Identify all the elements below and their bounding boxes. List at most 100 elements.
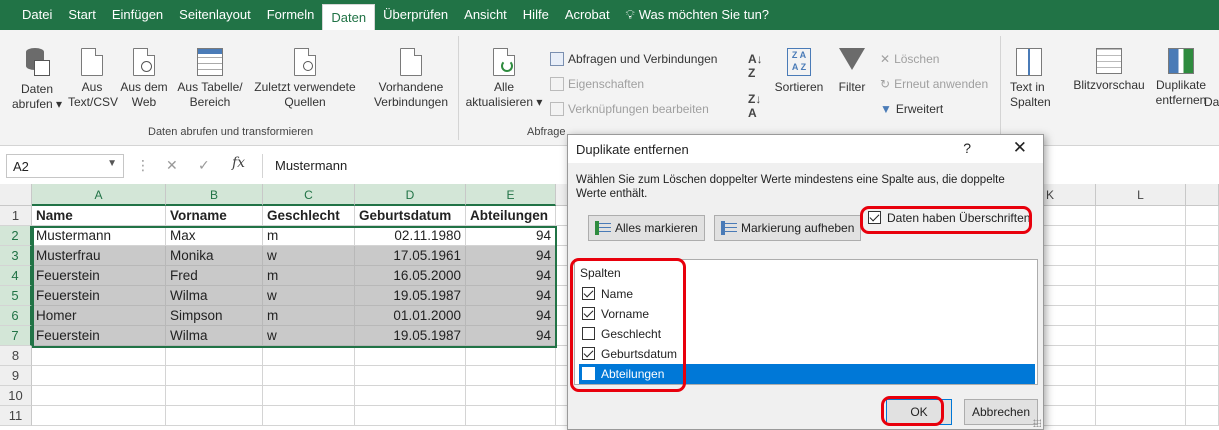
from-web-button[interactable]: Aus dem Web <box>118 48 170 110</box>
table-cell[interactable]: 94 <box>466 286 556 306</box>
enter-icon[interactable]: ✓ <box>198 157 210 174</box>
header-cell[interactable]: Geburtsdatum <box>355 206 466 226</box>
table-cell[interactable] <box>32 366 166 386</box>
column-checkbox[interactable] <box>582 347 595 360</box>
empty-cell[interactable] <box>1044 326 1096 346</box>
chevron-down-icon[interactable]: ▼ <box>107 158 117 169</box>
unselect-all-button[interactable]: Markierung aufheben <box>714 215 862 241</box>
table-cell[interactable] <box>32 346 166 366</box>
table-cell[interactable] <box>466 386 556 406</box>
empty-cell[interactable] <box>1044 366 1096 386</box>
table-cell[interactable] <box>355 406 466 426</box>
table-cell[interactable]: Mustermann <box>32 226 166 246</box>
reapply-button[interactable]: ↻ Erneut anwenden <box>880 77 988 91</box>
row-header[interactable]: 10 <box>0 386 32 406</box>
empty-cell[interactable] <box>1044 286 1096 306</box>
empty-cell[interactable] <box>1044 406 1096 426</box>
table-cell[interactable] <box>166 366 263 386</box>
empty-cell[interactable] <box>1096 406 1186 426</box>
cancel-button[interactable]: Abbrechen <box>964 399 1038 425</box>
tab-einfuegen[interactable]: Einfügen <box>104 0 171 30</box>
empty-cell[interactable] <box>1186 306 1219 326</box>
tab-hilfe[interactable]: Hilfe <box>515 0 557 30</box>
column-option[interactable]: Name <box>579 284 1035 304</box>
empty-cell[interactable] <box>1096 306 1186 326</box>
ok-button[interactable]: OK <box>886 399 952 425</box>
empty-cell[interactable] <box>1044 346 1096 366</box>
table-cell[interactable]: 02.11.1980 <box>355 226 466 246</box>
table-cell[interactable]: 94 <box>466 326 556 346</box>
empty-cell[interactable] <box>1096 386 1186 406</box>
empty-cell[interactable] <box>1186 366 1219 386</box>
empty-cell[interactable] <box>1096 226 1186 246</box>
clear-filter-button[interactable]: ✕ Löschen <box>880 52 939 66</box>
has-headers-checkbox[interactable]: Daten haben Überschriften <box>868 211 1030 225</box>
table-cell[interactable]: 94 <box>466 266 556 286</box>
column-header-c[interactable]: C <box>263 184 355 206</box>
table-cell[interactable] <box>466 346 556 366</box>
empty-cell[interactable] <box>1096 206 1186 226</box>
filter-button[interactable]: Filter <box>832 48 872 95</box>
table-cell[interactable]: 16.05.2000 <box>355 266 466 286</box>
empty-cell[interactable] <box>1186 406 1219 426</box>
column-header-a[interactable]: A <box>32 184 166 206</box>
column-header-b[interactable]: B <box>166 184 263 206</box>
table-cell[interactable] <box>466 366 556 386</box>
table-cell[interactable]: Wilma <box>166 286 263 306</box>
column-header-d[interactable]: D <box>355 184 466 206</box>
table-cell[interactable] <box>355 386 466 406</box>
advanced-filter-button[interactable]: ▼ Erweitert <box>880 102 943 116</box>
row-header[interactable]: 3 <box>0 246 32 266</box>
table-cell[interactable] <box>466 406 556 426</box>
recent-sources-button[interactable]: Zuletzt verwendete Quellen <box>248 48 362 110</box>
empty-cell[interactable] <box>1096 326 1186 346</box>
from-text-csv-button[interactable]: Aus Text/CSV <box>68 48 118 110</box>
get-data-button[interactable]: Daten abrufen ▾ <box>6 48 68 112</box>
empty-cell[interactable] <box>1186 286 1219 306</box>
table-cell[interactable]: Feuerstein <box>32 266 166 286</box>
text-to-columns-button[interactable]: Text in Spalten <box>1010 48 1068 110</box>
table-cell[interactable]: Max <box>166 226 263 246</box>
empty-cell[interactable] <box>1186 226 1219 246</box>
empty-cell[interactable] <box>1186 346 1219 366</box>
table-cell[interactable]: Feuerstein <box>32 326 166 346</box>
from-table-button[interactable]: Aus Tabelle/ Bereich <box>172 48 248 110</box>
empty-cell[interactable] <box>1096 366 1186 386</box>
table-cell[interactable]: Fred <box>166 266 263 286</box>
empty-cell[interactable] <box>1096 266 1186 286</box>
header-cell[interactable]: Geschlecht <box>263 206 355 226</box>
empty-cell[interactable] <box>1044 206 1096 226</box>
row-header[interactable]: 8 <box>0 346 32 366</box>
table-cell[interactable]: Feuerstein <box>32 286 166 306</box>
cancel-icon[interactable]: ✕ <box>166 157 178 174</box>
sort-button[interactable]: Z AA Z Sortieren <box>770 48 828 95</box>
table-cell[interactable]: w <box>263 326 355 346</box>
function-icon[interactable]: fx <box>232 155 245 171</box>
table-cell[interactable]: w <box>263 246 355 266</box>
select-all-corner[interactable] <box>0 184 32 206</box>
column-option[interactable]: Vorname <box>579 304 1035 324</box>
table-cell[interactable]: 94 <box>466 226 556 246</box>
empty-cell[interactable] <box>1186 266 1219 286</box>
column-header-e[interactable]: E <box>466 184 556 206</box>
sort-za-icon[interactable]: Z↓ A <box>748 92 761 120</box>
table-cell[interactable]: 19.05.1987 <box>355 286 466 306</box>
empty-cell[interactable] <box>1096 246 1186 266</box>
sort-az-icon[interactable]: A↓ Z <box>748 52 763 80</box>
row-header[interactable]: 11 <box>0 406 32 426</box>
close-icon[interactable]: ✕ <box>1013 138 1027 158</box>
empty-cell[interactable] <box>1186 206 1219 226</box>
row-header[interactable]: 7 <box>0 326 32 346</box>
row-header[interactable]: 2 <box>0 226 32 246</box>
table-cell[interactable]: Musterfrau <box>32 246 166 266</box>
row-header[interactable]: 9 <box>0 366 32 386</box>
table-cell[interactable] <box>263 366 355 386</box>
empty-cell[interactable] <box>1186 246 1219 266</box>
table-cell[interactable]: Monika <box>166 246 263 266</box>
tab-seitenlayout[interactable]: Seitenlayout <box>171 0 259 30</box>
column-header-m-partial[interactable] <box>1186 184 1219 206</box>
table-cell[interactable]: m <box>263 226 355 246</box>
column-header-l[interactable]: L <box>1096 184 1186 206</box>
column-checkbox[interactable] <box>582 327 595 340</box>
help-icon[interactable]: ? <box>963 140 971 156</box>
